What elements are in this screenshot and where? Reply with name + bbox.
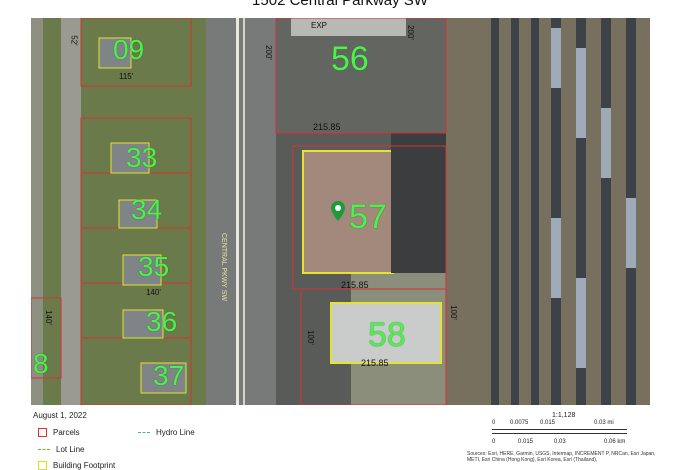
scale-tick: 0.015 bbox=[518, 439, 534, 445]
scale-tick: 0.03 mi bbox=[594, 420, 614, 426]
scale-tick: 0.06 km bbox=[604, 439, 626, 445]
parcel-label: 56 bbox=[331, 40, 369, 78]
dimension-label: 100' bbox=[305, 330, 315, 345]
dimension-label: 140' bbox=[146, 288, 161, 297]
dimension-label: 215.85 bbox=[361, 358, 389, 368]
parcel-label: 09 bbox=[113, 34, 145, 65]
dimension-label: 200' bbox=[263, 45, 273, 60]
parcel-label: 35 bbox=[138, 251, 170, 282]
scale-tick: 0 bbox=[492, 439, 496, 445]
legend-label: Parcels bbox=[53, 428, 80, 437]
map-sources: Sources: Esri, HERE, Garmin, USGS, Inter… bbox=[467, 451, 656, 463]
legend-label: Lot Line bbox=[56, 445, 85, 454]
dimension-label: 115' bbox=[119, 72, 134, 81]
map-date: August 1, 2022 bbox=[33, 411, 87, 420]
scale-ratio: 1:1,128 bbox=[552, 412, 576, 419]
lot-line-symbol-icon bbox=[38, 449, 50, 450]
parcel-symbol-icon bbox=[38, 428, 47, 437]
legend-label: Hydro Line bbox=[156, 428, 195, 437]
parcel-label: 34 bbox=[131, 194, 163, 225]
scale-tick: 0.0075 bbox=[510, 420, 529, 426]
parcel-label: 33 bbox=[126, 142, 158, 173]
scale-tick: 0.03 bbox=[554, 439, 566, 445]
legend-lot-line: Lot Line bbox=[38, 445, 84, 454]
dimension-label: 215.85 bbox=[313, 122, 341, 132]
dimension-label: 52' bbox=[69, 35, 79, 46]
parcel-label: 37 bbox=[153, 360, 185, 391]
parcel-label: 58 bbox=[368, 316, 406, 354]
dimension-label: 200' bbox=[405, 25, 415, 40]
legend-parcels: Parcels bbox=[38, 428, 80, 437]
dimension-label: 100' bbox=[448, 305, 458, 320]
scale-tick: 0.015 bbox=[540, 420, 556, 426]
parcel-label: 8 bbox=[33, 348, 49, 379]
dimension-label: 140' bbox=[43, 310, 53, 325]
hydro-line-symbol-icon bbox=[138, 432, 150, 433]
road-label: EXP bbox=[311, 21, 328, 30]
map-title: 1502 Central Parkway SW bbox=[252, 0, 428, 9]
parcel-label: 36 bbox=[146, 306, 178, 337]
scale-tick: 0 bbox=[492, 420, 496, 426]
location-pin-icon[interactable] bbox=[331, 201, 345, 221]
dimension-label: 215.85 bbox=[341, 280, 369, 290]
legend-hydro-line: Hydro Line bbox=[138, 428, 195, 437]
aerial-map[interactable]: 09 56 33 34 57 35 36 58 37 8 115' 52' 20… bbox=[31, 18, 650, 405]
road-label: CENTRAL PKWY SW bbox=[220, 233, 227, 302]
parcel-label: 57 bbox=[349, 198, 387, 236]
